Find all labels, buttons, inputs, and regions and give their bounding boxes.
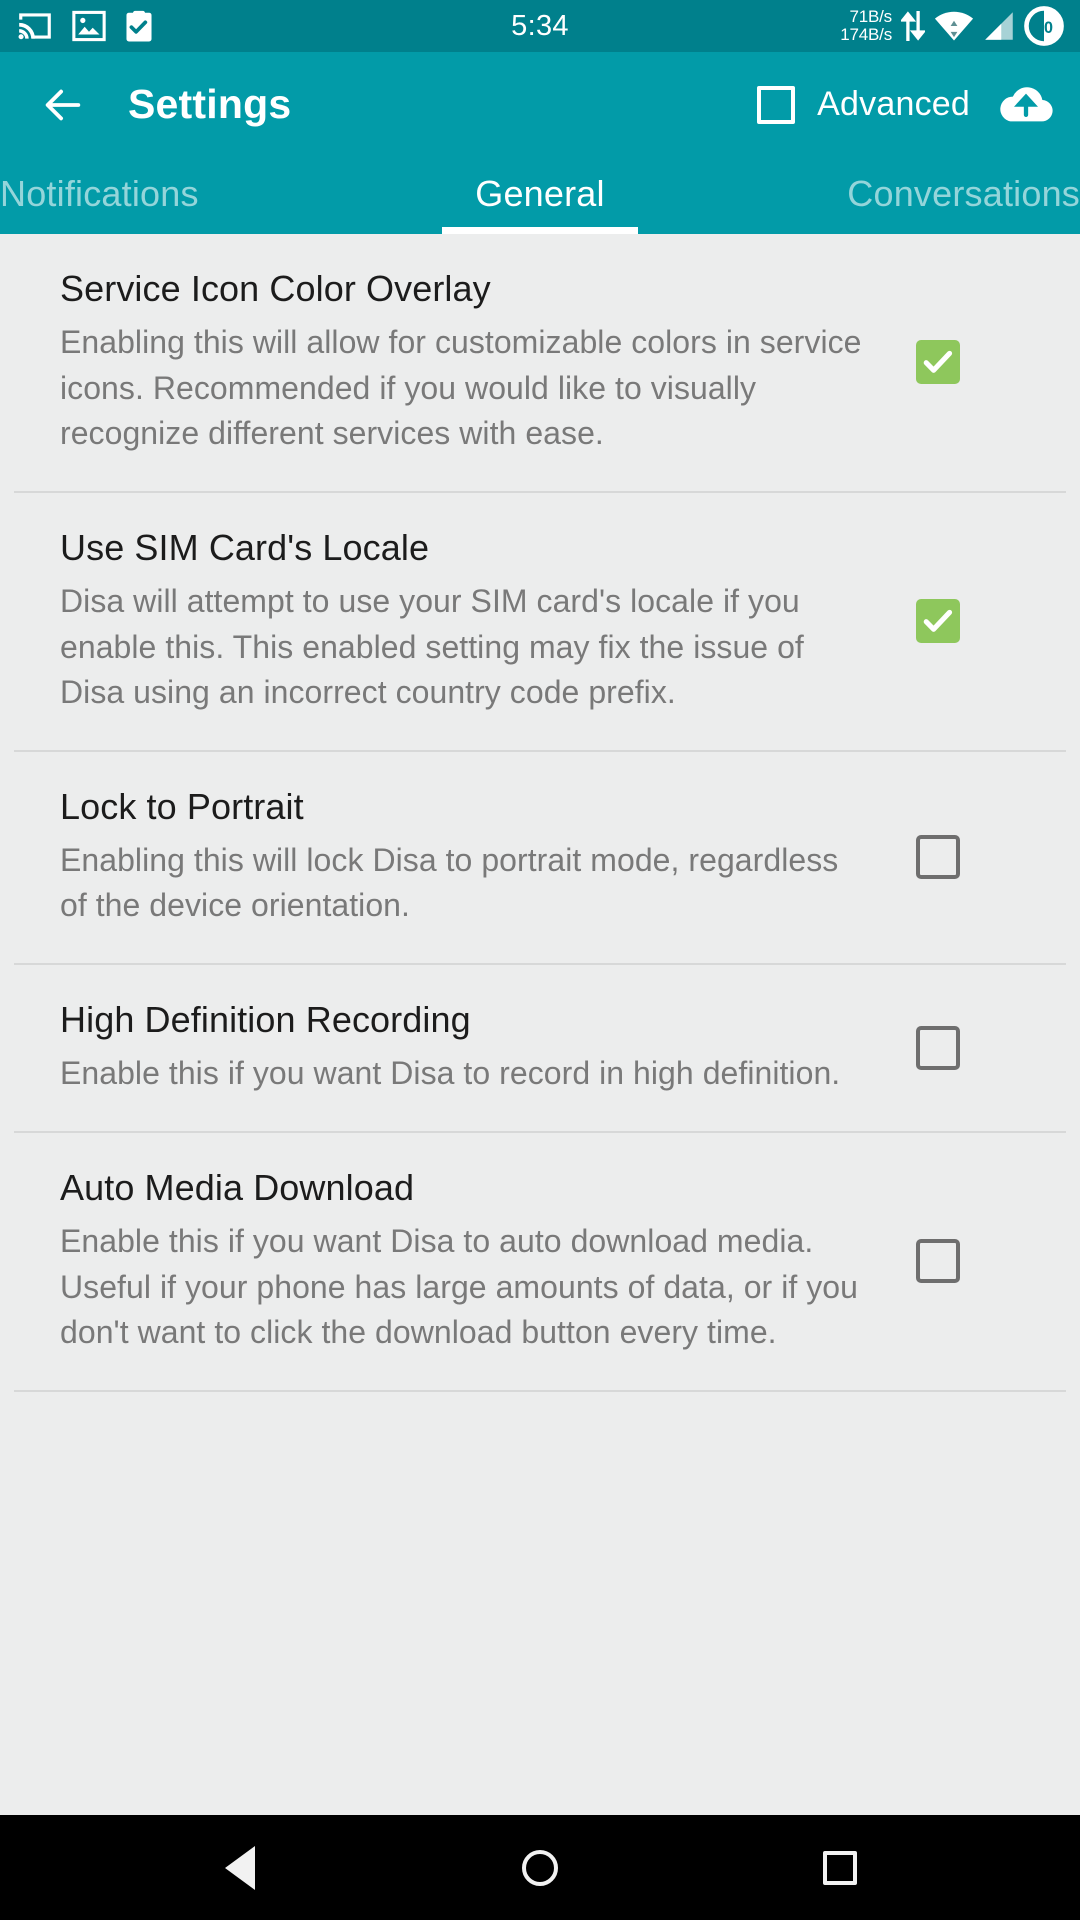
checkbox-checked-icon[interactable]	[916, 340, 960, 385]
checkbox-checked-icon[interactable]	[916, 599, 960, 644]
settings-tab-bar: Notifications General Conversations	[0, 157, 1080, 234]
tab-conversations-label: Conversations	[847, 173, 1080, 214]
tab-notifications-label: Notifications	[0, 173, 199, 214]
preference-row[interactable]: Use SIM Card's Locale Disa will attempt …	[0, 493, 1080, 750]
system-navigation-bar	[0, 1815, 1080, 1920]
cast-icon	[18, 13, 51, 40]
preference-summary: Enable this if you want Disa to auto dow…	[60, 1223, 858, 1351]
battery-level-text: 50	[1035, 19, 1053, 37]
preference-title: High Definition Recording	[60, 998, 471, 1040]
preference-checkbox[interactable]	[890, 835, 986, 880]
network-speed-up: 71B/s	[849, 6, 893, 26]
advanced-checkbox[interactable]	[757, 85, 796, 124]
advanced-toggle[interactable]: Advanced	[757, 85, 998, 124]
preference-checkbox[interactable]	[890, 599, 986, 644]
cellular-signal-icon	[985, 12, 1013, 40]
tab-general-label: General	[475, 173, 605, 214]
preference-summary: Disa will attempt to use your SIM card's…	[60, 583, 804, 711]
clipboard-check-icon	[126, 10, 152, 42]
preference-checkbox[interactable]	[890, 1239, 986, 1284]
app-screen: 5:34 71B/s 174B/s 50 Settings Advanced N…	[0, 0, 1080, 1920]
preference-summary: Enabling this will allow for customizabl…	[60, 324, 862, 452]
preference-row[interactable]: Auto Media Download Enable this if you w…	[0, 1133, 1080, 1390]
network-speed-down: 174B/s	[840, 25, 892, 44]
status-bar-left-icons	[16, 9, 154, 43]
nav-recents-icon[interactable]	[808, 1836, 872, 1900]
nav-back-icon[interactable]	[208, 1836, 272, 1900]
status-bar-right-icons: 71B/s 174B/s 50	[840, 6, 1064, 46]
status-bar: 5:34 71B/s 174B/s 50	[0, 0, 1080, 52]
preference-title: Use SIM Card's Locale	[60, 526, 430, 568]
checkbox-unchecked-icon[interactable]	[916, 1239, 960, 1284]
preference-text: High Definition Recording Enable this if…	[60, 999, 890, 1097]
cloud-upload-icon[interactable]	[998, 77, 1054, 133]
preference-list: Service Icon Color Overlay Enabling this…	[0, 234, 1080, 1815]
tab-general[interactable]: General	[360, 173, 720, 234]
network-speed-indicator: 71B/s 174B/s	[840, 6, 893, 45]
battery-circle-icon: 50	[1024, 6, 1064, 46]
advanced-label: Advanced	[817, 85, 970, 123]
back-arrow-icon[interactable]	[40, 82, 86, 128]
nav-home-icon[interactable]	[508, 1836, 572, 1900]
preference-summary: Enable this if you want Disa to record i…	[60, 1055, 841, 1092]
page-title: Settings	[128, 81, 292, 127]
preference-summary: Enabling this will lock Disa to portrait…	[60, 842, 839, 924]
checkbox-unchecked-icon[interactable]	[916, 1025, 960, 1070]
tab-notifications[interactable]: Notifications	[0, 173, 360, 234]
tab-conversations[interactable]: Conversations	[720, 173, 1080, 234]
list-divider	[14, 1389, 1066, 1392]
preference-text: Use SIM Card's Locale Disa will attempt …	[60, 527, 890, 716]
checkbox-unchecked-icon[interactable]	[916, 835, 960, 880]
preference-checkbox[interactable]	[890, 1025, 986, 1070]
data-transfer-icon	[901, 11, 925, 41]
preference-row[interactable]: Service Icon Color Overlay Enabling this…	[0, 234, 1080, 491]
app-toolbar: Settings Advanced	[0, 52, 1080, 157]
preference-row[interactable]: High Definition Recording Enable this if…	[0, 965, 1080, 1131]
preference-row[interactable]: Lock to Portrait Enabling this will lock…	[0, 752, 1080, 963]
wifi-icon	[934, 11, 974, 41]
preference-checkbox[interactable]	[890, 340, 986, 385]
preference-text: Service Icon Color Overlay Enabling this…	[60, 268, 890, 457]
toolbar-actions: Advanced	[757, 77, 1054, 133]
photo-icon	[72, 10, 106, 42]
preference-text: Auto Media Download Enable this if you w…	[60, 1167, 890, 1356]
preference-title: Auto Media Download	[60, 1166, 415, 1208]
preference-text: Lock to Portrait Enabling this will lock…	[60, 786, 890, 929]
preference-title: Lock to Portrait	[60, 785, 304, 827]
preference-title: Service Icon Color Overlay	[60, 268, 491, 309]
